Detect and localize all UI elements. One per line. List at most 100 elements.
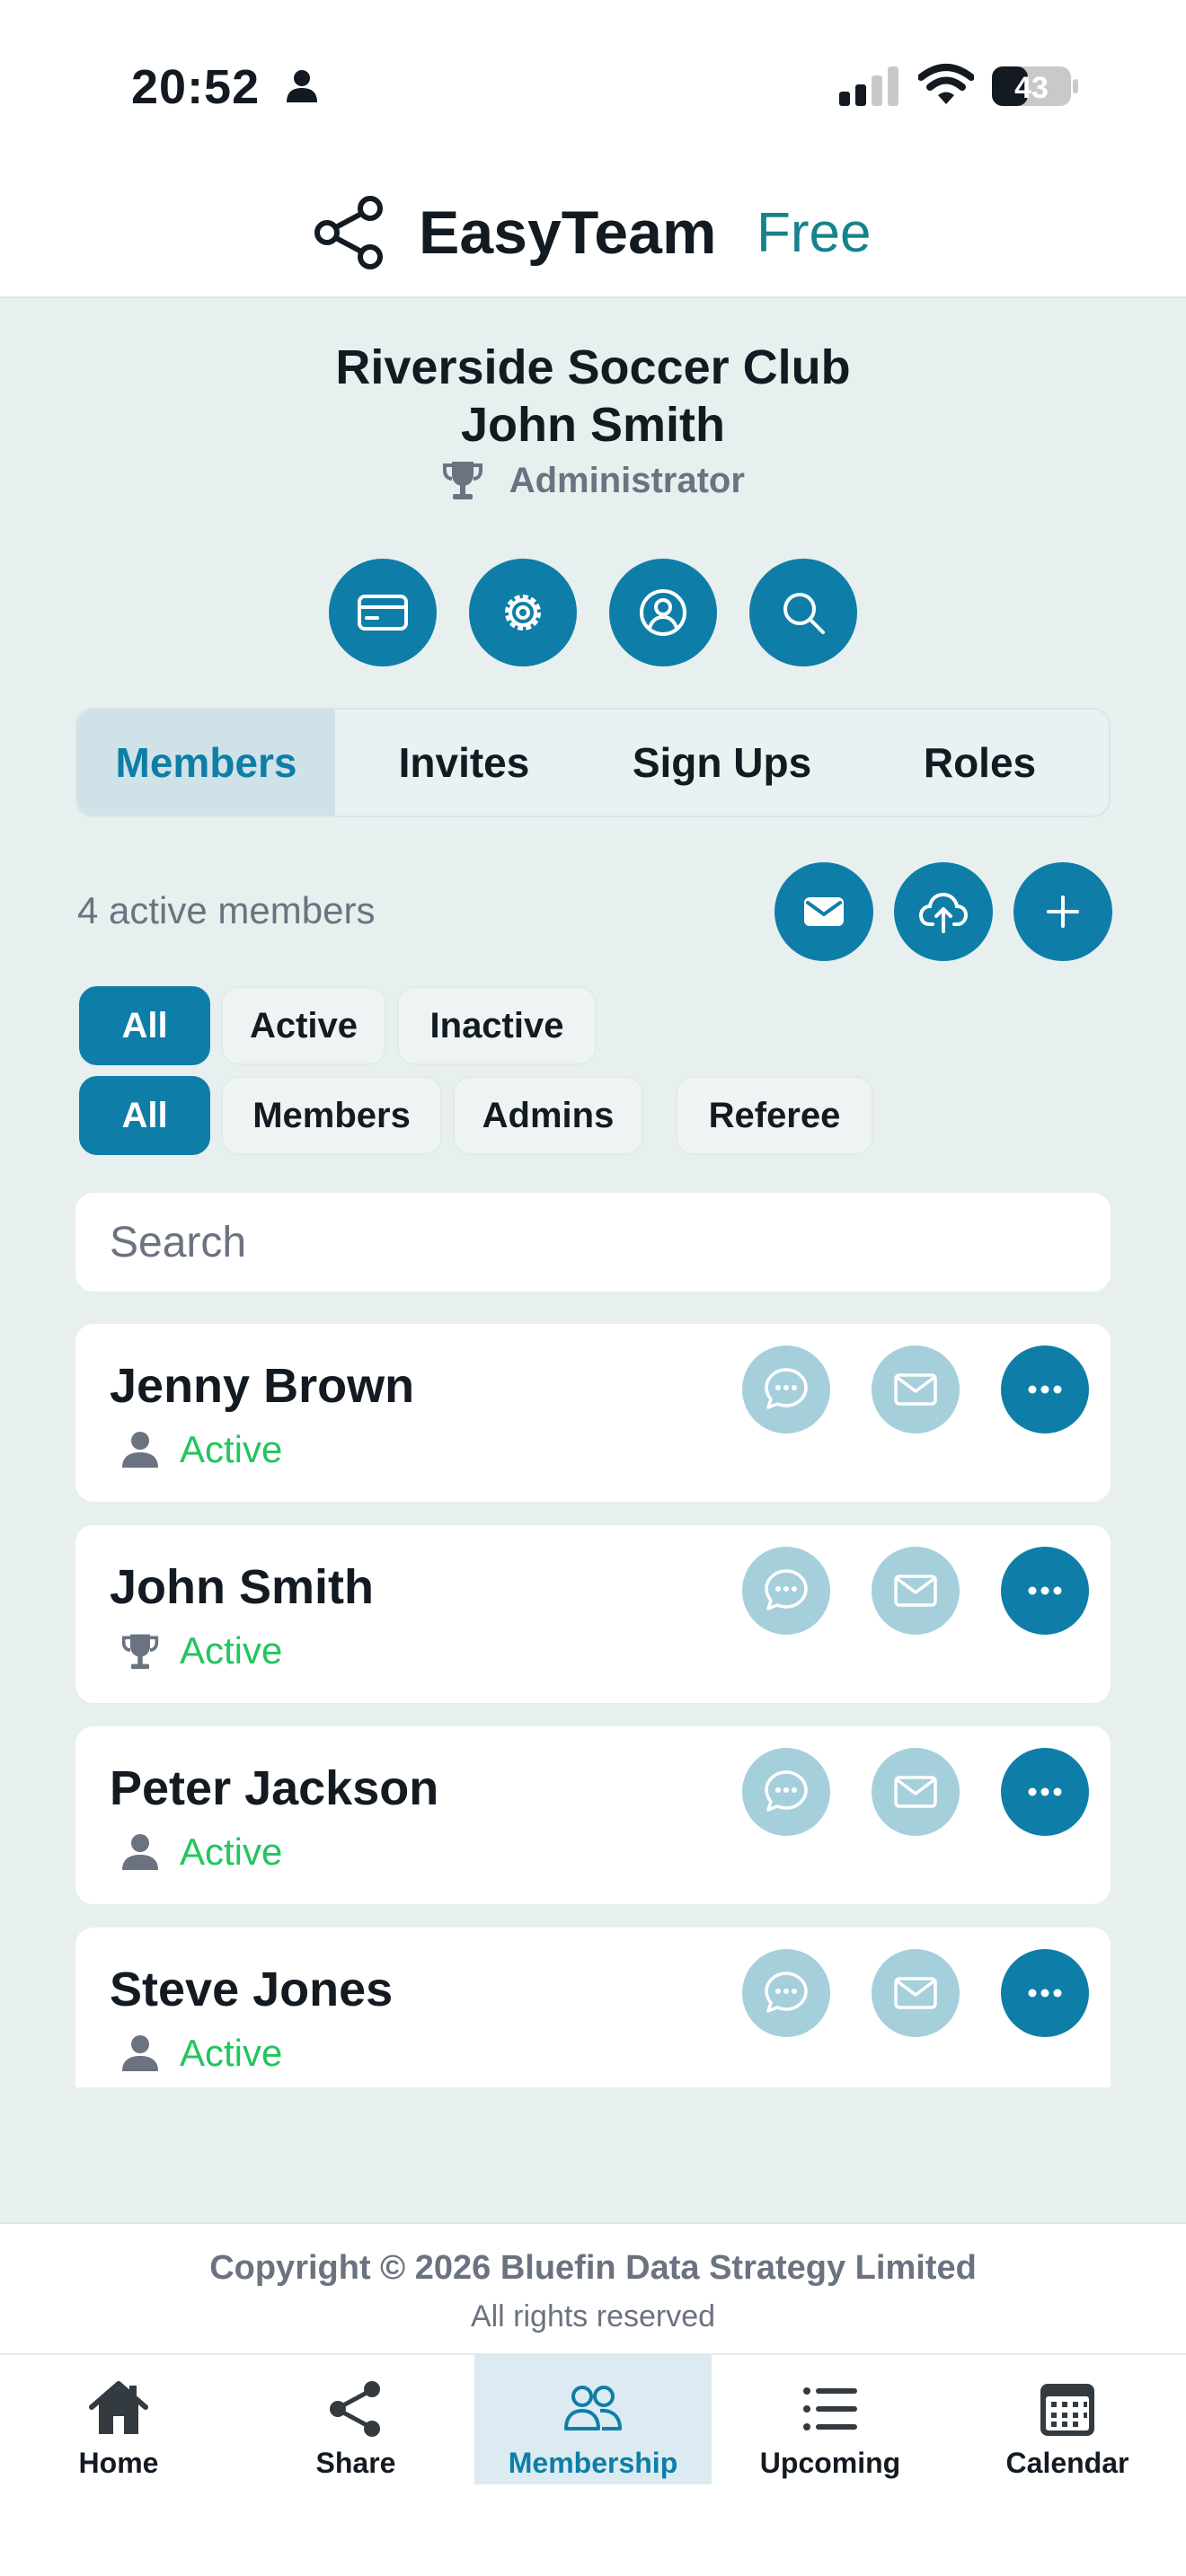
card-icon [358,595,408,631]
nav-home[interactable]: Home [0,2355,237,2484]
chat-icon [765,1770,808,1812]
search-input[interactable] [75,1193,1111,1292]
email-button[interactable] [872,1345,960,1434]
member-card[interactable]: Steve Jones Active [75,1928,1111,2087]
tab-sign-ups[interactable]: Sign Ups [593,710,851,816]
chat-icon [765,1972,808,2013]
tab-roles[interactable]: Roles [851,710,1109,816]
gear-icon [505,595,541,631]
wifi-icon [918,64,974,104]
member-card[interactable]: Jenny Brown Active [75,1324,1111,1502]
person-icon [122,1834,158,1870]
member-name: John Smith [110,1560,374,1614]
message-button[interactable] [742,1345,830,1434]
person-icon [122,2035,158,2071]
filter-role-admins[interactable]: Admins [453,1076,643,1155]
nav-calendar-label: Calendar [1005,2447,1129,2479]
search-button[interactable] [749,559,857,666]
nav-upcoming[interactable]: Upcoming [712,2355,949,2484]
member-count: 4 active members [77,889,376,931]
user-circle-icon [640,589,686,636]
nav-share-label: Share [315,2447,396,2479]
nav-calendar[interactable]: Calendar [949,2355,1186,2484]
more-options-button[interactable] [1001,1949,1089,2037]
member-name: Steve Jones [110,1963,394,2016]
tab-invites[interactable]: Invites [335,710,593,816]
user-name: John Smith [461,398,725,452]
app-header: EasyTeam Free [0,171,1186,298]
ellipsis-icon [1028,1586,1062,1595]
billing-button[interactable] [329,559,437,666]
home-icon [89,2381,148,2434]
more-options-button[interactable] [1001,1748,1089,1836]
member-status: Active [180,2032,283,2074]
copyright-text: Copyright © 2026 Bluefin Data Strategy L… [209,2249,977,2287]
nav-upcoming-label: Upcoming [759,2447,901,2479]
battery-icon: 43 [992,66,1078,106]
footer: Copyright © 2026 Bluefin Data Strategy L… [0,2222,1186,2353]
nav-share[interactable]: Share [237,2355,474,2484]
tab-members[interactable]: Members [77,710,335,816]
app-name: EasyTeam [419,198,717,267]
more-options-button[interactable] [1001,1345,1089,1434]
member-card[interactable]: Peter Jackson Active [75,1726,1111,1904]
ellipsis-icon [1028,1787,1062,1796]
member-status: Active [180,1629,283,1672]
mail-icon [894,1977,937,2009]
list-actions [774,862,1112,961]
profile-button[interactable] [609,559,717,666]
membership-tabs: Members Invites Sign Ups Roles [75,708,1111,817]
status-time: 20:52 [131,60,261,114]
member-card[interactable]: John Smith Active [75,1525,1111,1703]
role-label: Administrator [509,461,745,500]
member-status: Active [180,1831,283,1873]
chat-icon [765,1569,808,1610]
search-icon [783,593,825,634]
add-member-button[interactable] [1013,862,1112,961]
nav-home-label: Home [78,2447,159,2479]
status-bar: 20:52 43 [0,0,1186,171]
email-button[interactable] [872,1547,960,1635]
message-button[interactable] [742,1949,830,2037]
filter-status-all[interactable]: All [79,986,210,1065]
ellipsis-icon [1028,1385,1062,1394]
nav-membership-label: Membership [508,2447,678,2479]
share-icon [330,2381,380,2437]
member-status: Active [180,1428,283,1470]
filter-role-members[interactable]: Members [221,1076,442,1155]
filter-status-inactive[interactable]: Inactive [397,986,597,1065]
message-button[interactable] [742,1547,830,1635]
nav-membership[interactable]: Membership [474,2355,712,2484]
cellular-signal-icon [839,66,898,106]
email-button[interactable] [872,1949,960,2037]
email-all-button[interactable] [774,862,873,961]
filter-role-referee[interactable]: Referee [676,1076,873,1155]
person-icon [287,70,317,102]
cloud-upload-icon [918,892,969,933]
member-name: Peter Jackson [110,1761,439,1815]
person-icon [122,1432,158,1468]
settings-button[interactable] [469,559,577,666]
share-logo-icon [314,196,383,269]
plan-label: Free [757,202,872,264]
mail-icon [894,1575,937,1607]
filter-status-active[interactable]: Active [221,986,386,1065]
users-icon [564,2386,622,2430]
mail-icon [804,897,844,926]
battery-level: 43 [1014,71,1049,105]
email-button[interactable] [872,1748,960,1836]
trophy-icon [443,462,483,499]
list-icon [803,2387,857,2430]
trophy-icon [121,1634,159,1670]
chat-icon [765,1368,808,1409]
upload-button[interactable] [894,862,993,961]
mail-icon [894,1373,937,1406]
mail-icon [894,1776,937,1808]
member-name: Jenny Brown [110,1359,415,1413]
plus-icon [1047,895,1079,928]
calendar-icon [1040,2384,1094,2436]
filter-role-all[interactable]: All [79,1076,210,1155]
more-options-button[interactable] [1001,1547,1089,1635]
message-button[interactable] [742,1748,830,1836]
club-name: Riverside Soccer Club [335,340,851,394]
